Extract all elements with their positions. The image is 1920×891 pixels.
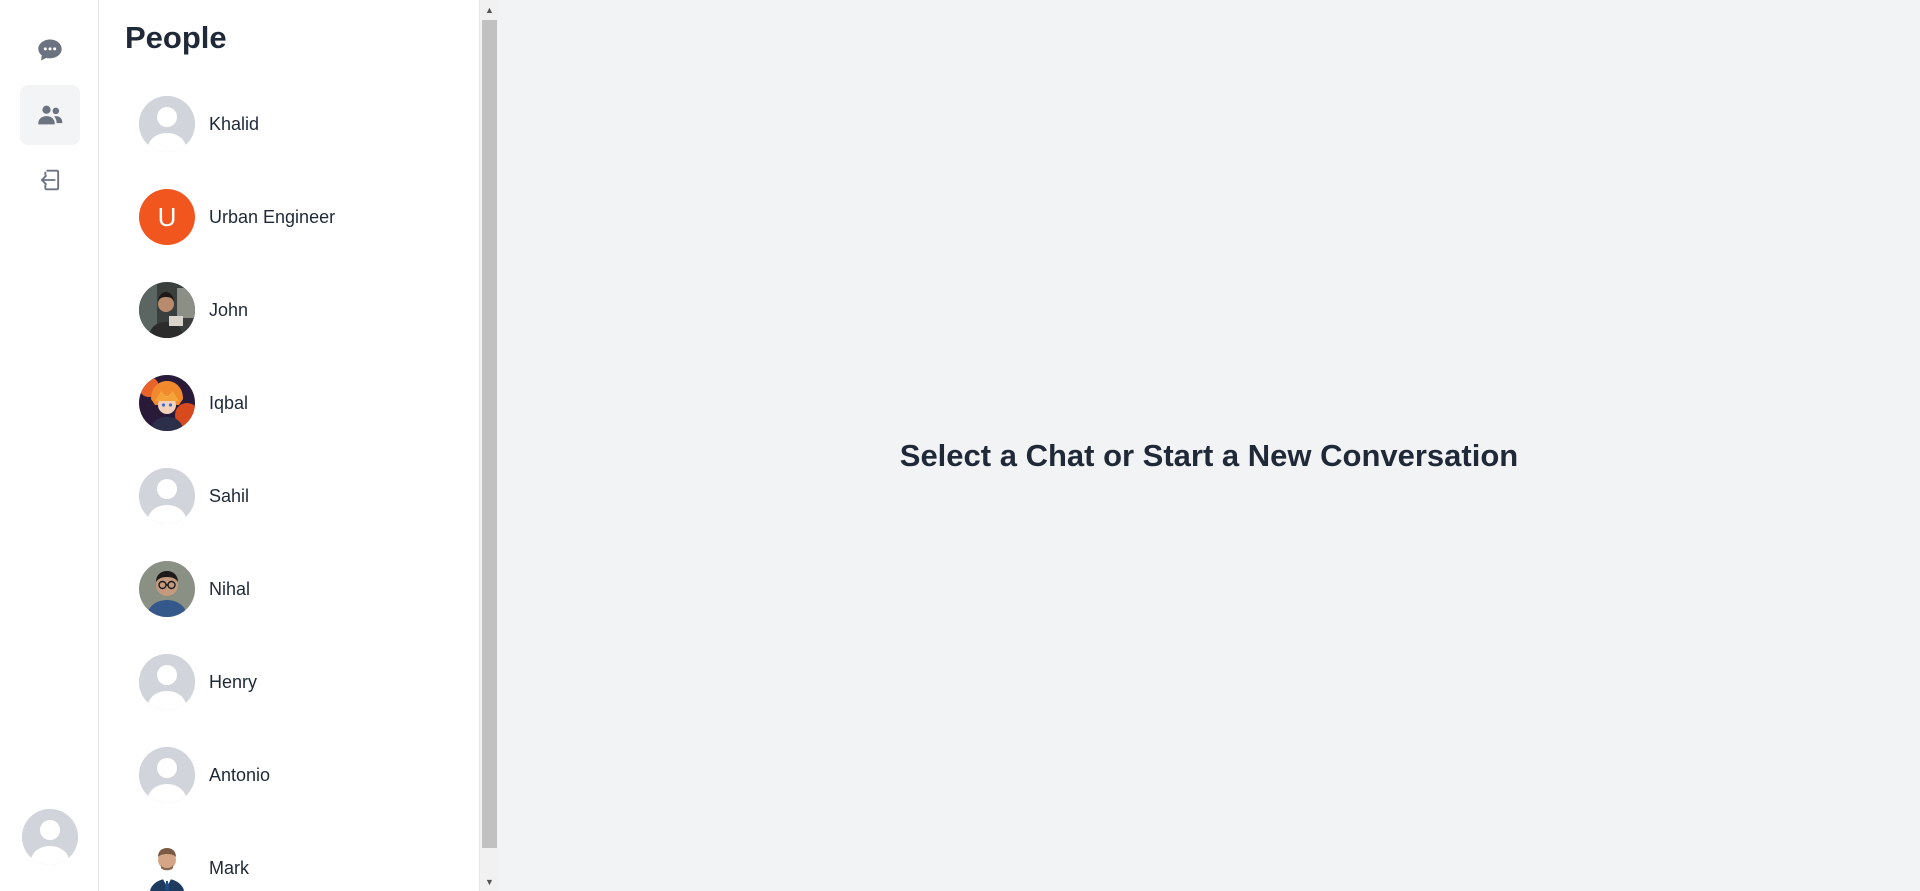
sign-in-icon	[40, 169, 60, 191]
people-title: People	[125, 20, 227, 55]
scroll-up-arrow-icon[interactable]: ▲	[480, 0, 499, 19]
logout-nav-button[interactable]	[20, 150, 80, 210]
person-item-henry[interactable]: Henry	[139, 652, 459, 712]
man-in-suit-photo-icon	[139, 840, 195, 891]
default-user-icon	[139, 96, 195, 152]
default-avatar	[139, 96, 195, 152]
default-avatar	[139, 654, 195, 710]
person-item-iqbal[interactable]: Iqbal	[139, 373, 459, 433]
default-user-icon	[22, 809, 78, 865]
person-name: Nihal	[209, 578, 251, 599]
man-photo-icon	[139, 282, 195, 338]
conversation-area: Select a Chat or Start a New Conversatio…	[498, 0, 1920, 891]
person-item-khalid[interactable]: Khalid	[139, 94, 459, 154]
person-name: Iqbal	[209, 392, 249, 413]
default-avatar	[139, 747, 195, 803]
nav-rail	[0, 0, 99, 891]
chat-bubble-icon	[38, 39, 62, 61]
person-name: Henry	[209, 671, 258, 692]
photo-avatar	[139, 561, 195, 617]
person-item-urban-engineer[interactable]: U Urban Engineer	[139, 187, 459, 247]
man-with-glasses-photo-icon	[139, 561, 195, 617]
person-name: Sahil	[209, 485, 250, 506]
photo-avatar	[139, 840, 195, 891]
photo-avatar	[139, 282, 195, 338]
people-panel: People Khalid U Urban Engineer John Iqba…	[99, 0, 479, 891]
letter-avatar: U	[139, 189, 195, 245]
empty-state-message: Select a Chat or Start a New Conversatio…	[899, 437, 1519, 473]
users-icon	[38, 105, 63, 125]
person-name: Antonio	[209, 764, 271, 785]
default-user-icon	[139, 468, 195, 524]
anime-character-icon	[139, 375, 195, 431]
person-item-john[interactable]: John	[139, 280, 459, 340]
default-user-icon	[139, 747, 195, 803]
scroll-down-arrow-icon[interactable]: ▼	[480, 872, 499, 891]
people-scrollbar[interactable]: ▲ ▼	[479, 0, 498, 891]
default-user-icon	[139, 654, 195, 710]
person-name: Urban Engineer	[209, 206, 336, 227]
person-name: Mark	[209, 857, 249, 878]
person-item-sahil[interactable]: Sahil	[139, 466, 459, 526]
person-name: John	[209, 299, 249, 320]
profile-avatar[interactable]	[22, 809, 78, 865]
person-item-nihal[interactable]: Nihal	[139, 559, 459, 619]
photo-avatar	[139, 375, 195, 431]
scroll-thumb[interactable]	[482, 20, 497, 848]
people-nav-button[interactable]	[20, 85, 80, 145]
chats-nav-button[interactable]	[20, 20, 80, 80]
person-item-antonio[interactable]: Antonio	[139, 745, 459, 805]
default-avatar	[139, 468, 195, 524]
person-item-mark[interactable]: Mark	[139, 838, 459, 891]
person-name: Khalid	[209, 113, 260, 134]
